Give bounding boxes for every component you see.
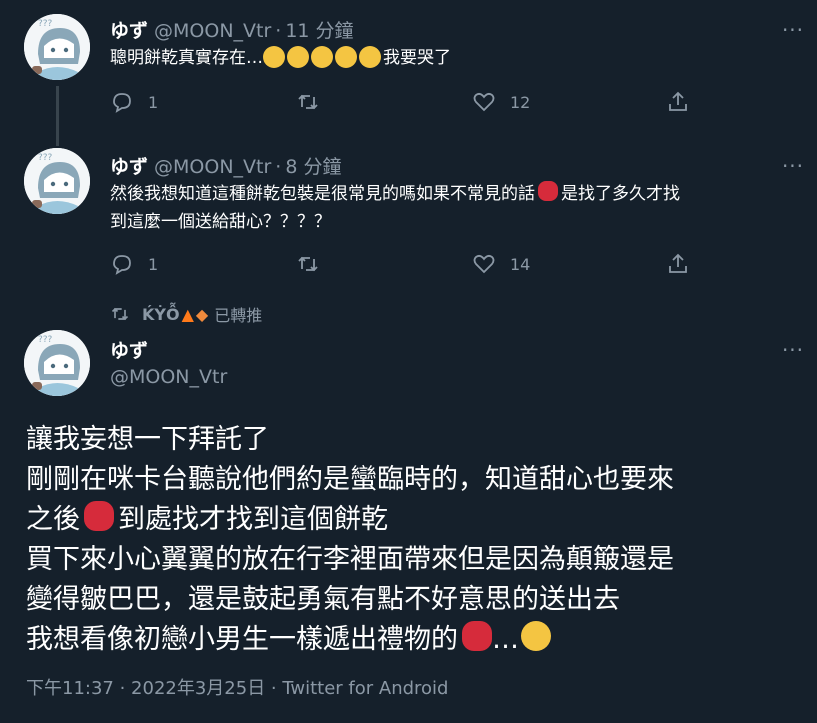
fire-icon: ▲ bbox=[181, 304, 194, 324]
tweet-header: ゆず bbox=[110, 336, 148, 363]
tweet-text-part: 我要哭了 bbox=[383, 48, 451, 68]
retweet-button[interactable] bbox=[296, 252, 334, 276]
eye-roll-emoji bbox=[263, 46, 383, 75]
display-name[interactable]: ゆず bbox=[110, 156, 148, 178]
like-icon bbox=[473, 92, 495, 112]
handle[interactable]: @MOON_Vtr bbox=[110, 366, 227, 388]
tweet-text: 聰明餅乾真實存在… 我要哭了 bbox=[110, 44, 451, 75]
retweet-button[interactable] bbox=[296, 90, 334, 114]
text-line-with-emoji: 我想看像初戀小男生一樣遞出禮物的 … bbox=[26, 620, 806, 660]
ogre-emoji bbox=[462, 621, 492, 652]
like-button[interactable]: 12 bbox=[472, 90, 530, 114]
avatar[interactable]: ??? bbox=[24, 14, 90, 80]
share-button[interactable] bbox=[666, 252, 704, 276]
reply-icon bbox=[113, 255, 131, 275]
tweet-text-part: 聰明餅乾真實存在… bbox=[110, 48, 263, 68]
handle[interactable]: @MOON_Vtr bbox=[154, 20, 271, 42]
ogre-emoji bbox=[84, 501, 114, 532]
text-part: 我想看像初戀小男生一樣遞出禮物的 bbox=[26, 624, 458, 655]
like-icon bbox=[473, 254, 495, 274]
reply-button[interactable]: 1 bbox=[110, 90, 158, 114]
text-line: 讓我妄想一下拜託了 bbox=[26, 424, 269, 455]
tweet-text-part: 是找了多久才找 bbox=[561, 184, 680, 204]
more-icon[interactable]: ··· bbox=[778, 156, 808, 180]
text-line: 剛剛在咪卡台聽說他們約是蠻臨時的，知道甜心也要來 bbox=[26, 464, 674, 495]
reply-button[interactable]: 1 bbox=[110, 252, 158, 276]
retweeter-name: ḰẎỖ bbox=[142, 304, 180, 324]
reply-count: 1 bbox=[148, 254, 159, 274]
retweet-icon bbox=[298, 256, 318, 272]
retweet-label: 已轉推 bbox=[214, 306, 263, 325]
like-count: 14 bbox=[510, 254, 531, 274]
share-icon bbox=[669, 253, 687, 273]
tweet-header: ゆず @MOON_Vtr · 8 分鐘 bbox=[110, 152, 341, 179]
eye-roll-emoji bbox=[521, 621, 551, 652]
svg-text:???: ??? bbox=[38, 335, 53, 345]
text-part: 到處找才找到這個餅乾 bbox=[118, 504, 388, 535]
separator: · bbox=[275, 20, 282, 42]
share-button[interactable] bbox=[666, 90, 704, 114]
timestamp[interactable]: 8 分鐘 bbox=[285, 156, 341, 178]
fox-icon: ◆ bbox=[195, 304, 209, 324]
action-bar: 1 12 bbox=[110, 90, 700, 120]
retweet-icon bbox=[111, 307, 129, 321]
timestamp[interactable]: 11 分鐘 bbox=[285, 20, 353, 42]
tweet-handle-row: @MOON_Vtr bbox=[110, 366, 227, 388]
action-bar: 1 14 bbox=[110, 252, 700, 282]
tweet-1[interactable]: ??? ゆず @MOON_Vtr · 11 分鐘 ··· 聰明餅乾真實存在… 我要哭了 … bbox=[0, 0, 817, 150]
avatar[interactable]: ??? bbox=[24, 148, 90, 214]
text-line: 買下來小心翼翼的放在行李裡面帶來但是因為顛簸還是 bbox=[26, 544, 674, 575]
retweet-icon bbox=[298, 94, 318, 110]
retweet-context[interactable]: ḰẎỖ ▲ ◆ 已轉推 bbox=[110, 302, 262, 326]
svg-text:???: ??? bbox=[38, 153, 53, 163]
tweet-header: ゆず @MOON_Vtr · 11 分鐘 bbox=[110, 16, 354, 43]
avatar[interactable]: ??? bbox=[24, 330, 90, 396]
ogre-emoji bbox=[538, 181, 558, 202]
text-line: 變得皺巴巴，還是鼓起勇氣有點不好意思的送出去 bbox=[26, 584, 620, 615]
tweet-text-part: 然後我想知道這種餅乾包裝是很常見的嗎如果不常見的話 bbox=[110, 184, 535, 204]
display-name[interactable]: ゆず bbox=[110, 20, 148, 42]
reply-icon bbox=[113, 93, 131, 113]
like-button[interactable]: 14 bbox=[472, 252, 530, 276]
text-part: 之後 bbox=[26, 504, 80, 535]
thread-connector bbox=[56, 86, 59, 146]
text-line-with-emoji: 之後 到處找才找到這個餅乾 bbox=[26, 500, 806, 540]
handle[interactable]: @MOON_Vtr bbox=[154, 156, 271, 178]
tweet-text: 然後我想知道這種餅乾包裝是很常見的嗎如果不常見的話 是找了多久才找 到這麼一個送給… bbox=[110, 180, 810, 236]
display-name[interactable]: ゆず bbox=[110, 340, 148, 362]
share-icon bbox=[669, 91, 687, 111]
text-part: … bbox=[492, 624, 519, 655]
tweet-text-part: 到這麼一個送給甜心？？？？ bbox=[110, 212, 331, 232]
tweet-2[interactable]: ??? ゆず @MOON_Vtr · 8 分鐘 ··· 然後我想知道這種餅乾包裝是很常… bbox=[0, 140, 817, 300]
tweet-meta[interactable]: 下午11:37 · 2022年3月25日 · Twitter for Andro… bbox=[26, 674, 448, 700]
like-count: 12 bbox=[510, 92, 531, 112]
separator: · bbox=[275, 156, 282, 178]
more-icon[interactable]: ··· bbox=[778, 20, 808, 44]
reply-count: 1 bbox=[148, 92, 159, 112]
main-tweet-text: 讓我妄想一下拜託了 剛剛在咪卡台聽說他們約是蠻臨時的，知道甜心也要來 之後 到處找… bbox=[26, 420, 806, 660]
svg-text:???: ??? bbox=[38, 19, 53, 29]
more-icon[interactable]: ··· bbox=[778, 340, 808, 364]
